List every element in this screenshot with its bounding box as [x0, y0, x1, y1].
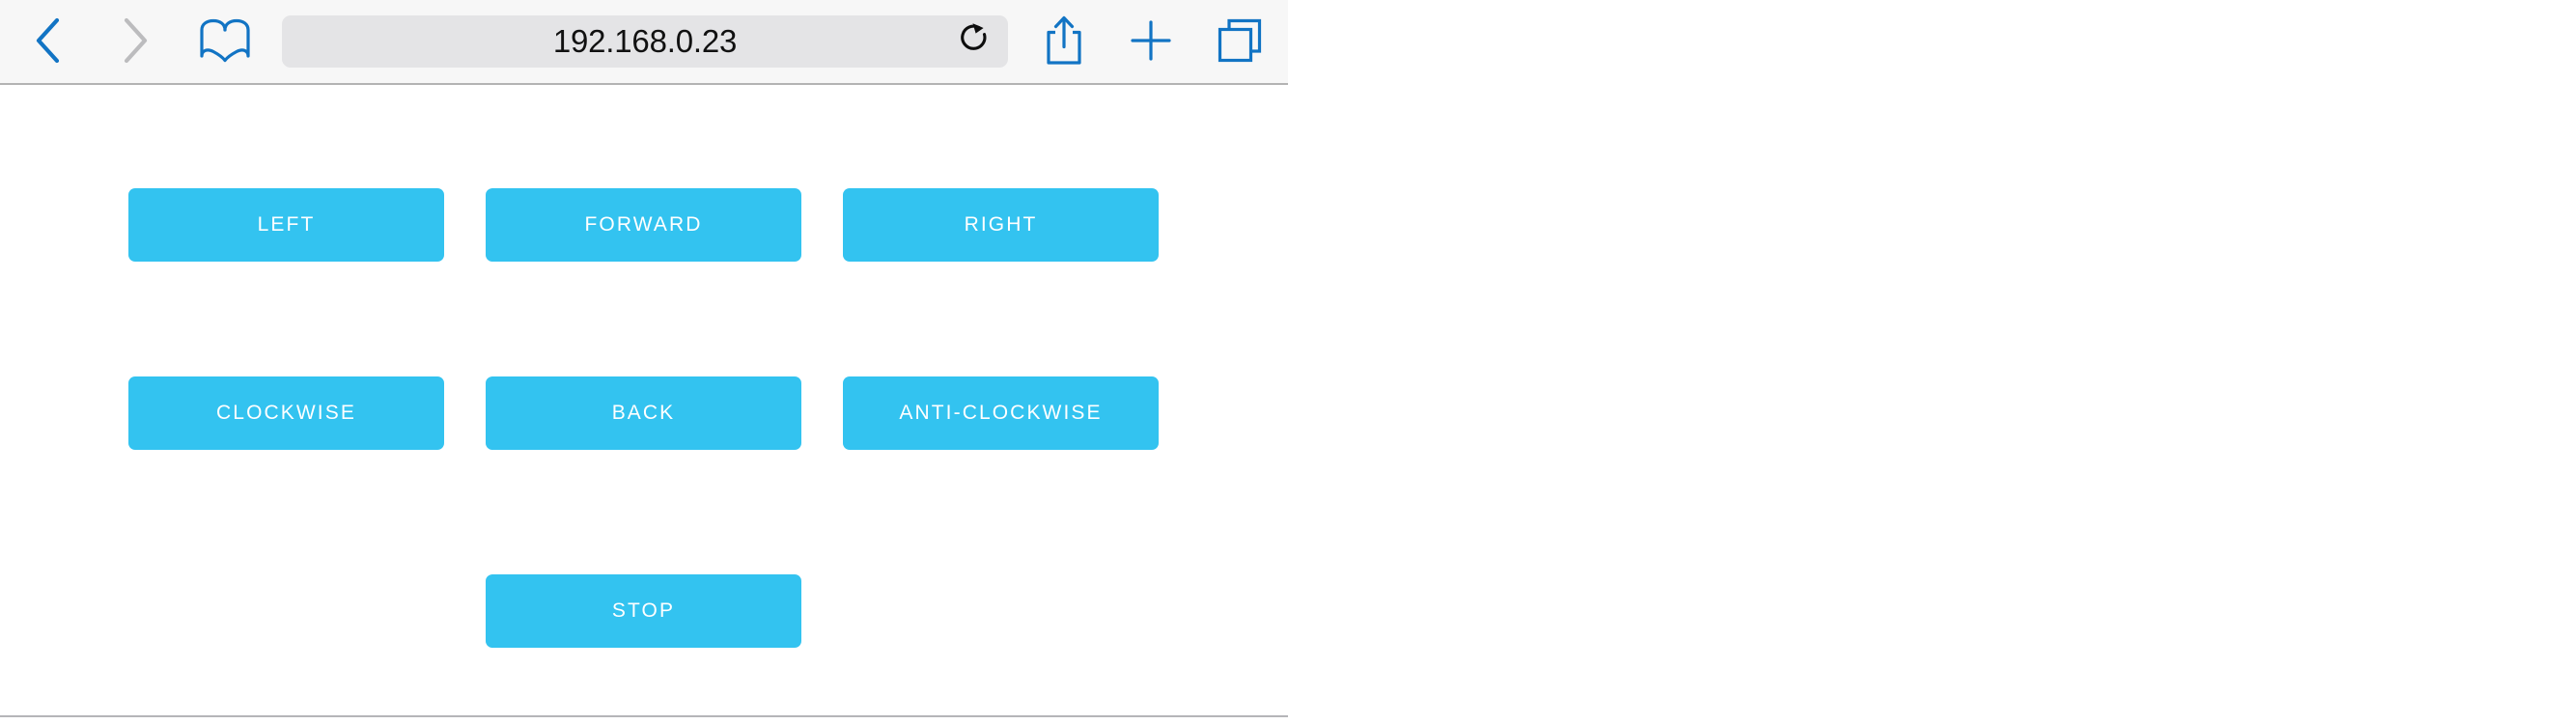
book-icon — [198, 17, 252, 67]
right-button[interactable]: RIGHT — [843, 188, 1159, 262]
share-button[interactable] — [1025, 0, 1103, 83]
address-bar[interactable]: 192.168.0.23 — [282, 15, 1008, 68]
plus-icon — [1128, 17, 1174, 67]
new-tab-button[interactable] — [1112, 0, 1190, 83]
mobile-browser-window: 192.168.0.23 LEFT FORWARD RIGHT CLOCKWIS… — [0, 0, 1288, 724]
reload-button[interactable] — [950, 15, 1000, 68]
stop-button[interactable]: STOP — [486, 574, 801, 648]
browser-toolbar: 192.168.0.23 — [0, 0, 1288, 85]
page-content: LEFT FORWARD RIGHT CLOCKWISE BACK ANTI-C… — [0, 85, 1288, 724]
anti-clockwise-button[interactable]: ANTI-CLOCKWISE — [843, 376, 1159, 450]
tabs-icon — [1215, 15, 1265, 69]
address-bar-url: 192.168.0.23 — [552, 23, 738, 59]
reload-icon — [958, 22, 993, 62]
share-icon — [1044, 14, 1084, 70]
left-button[interactable]: LEFT — [128, 188, 444, 262]
chevron-left-icon — [30, 15, 67, 69]
back-button[interactable] — [10, 0, 87, 83]
chevron-right-icon — [117, 15, 154, 69]
empty-area — [1288, 0, 2576, 724]
bottom-divider — [0, 715, 1288, 717]
rotation-row: CLOCKWISE BACK ANTI-CLOCKWISE — [128, 376, 1159, 450]
back-button[interactable]: BACK — [486, 376, 801, 450]
forward-button[interactable] — [97, 0, 174, 83]
movement-row: LEFT FORWARD RIGHT — [128, 188, 1159, 262]
tabs-button[interactable] — [1199, 0, 1280, 83]
stop-row: STOP — [128, 574, 1159, 648]
bookmarks-button[interactable] — [183, 0, 266, 83]
clockwise-button[interactable]: CLOCKWISE — [128, 376, 444, 450]
forward-button[interactable]: FORWARD — [486, 188, 801, 262]
